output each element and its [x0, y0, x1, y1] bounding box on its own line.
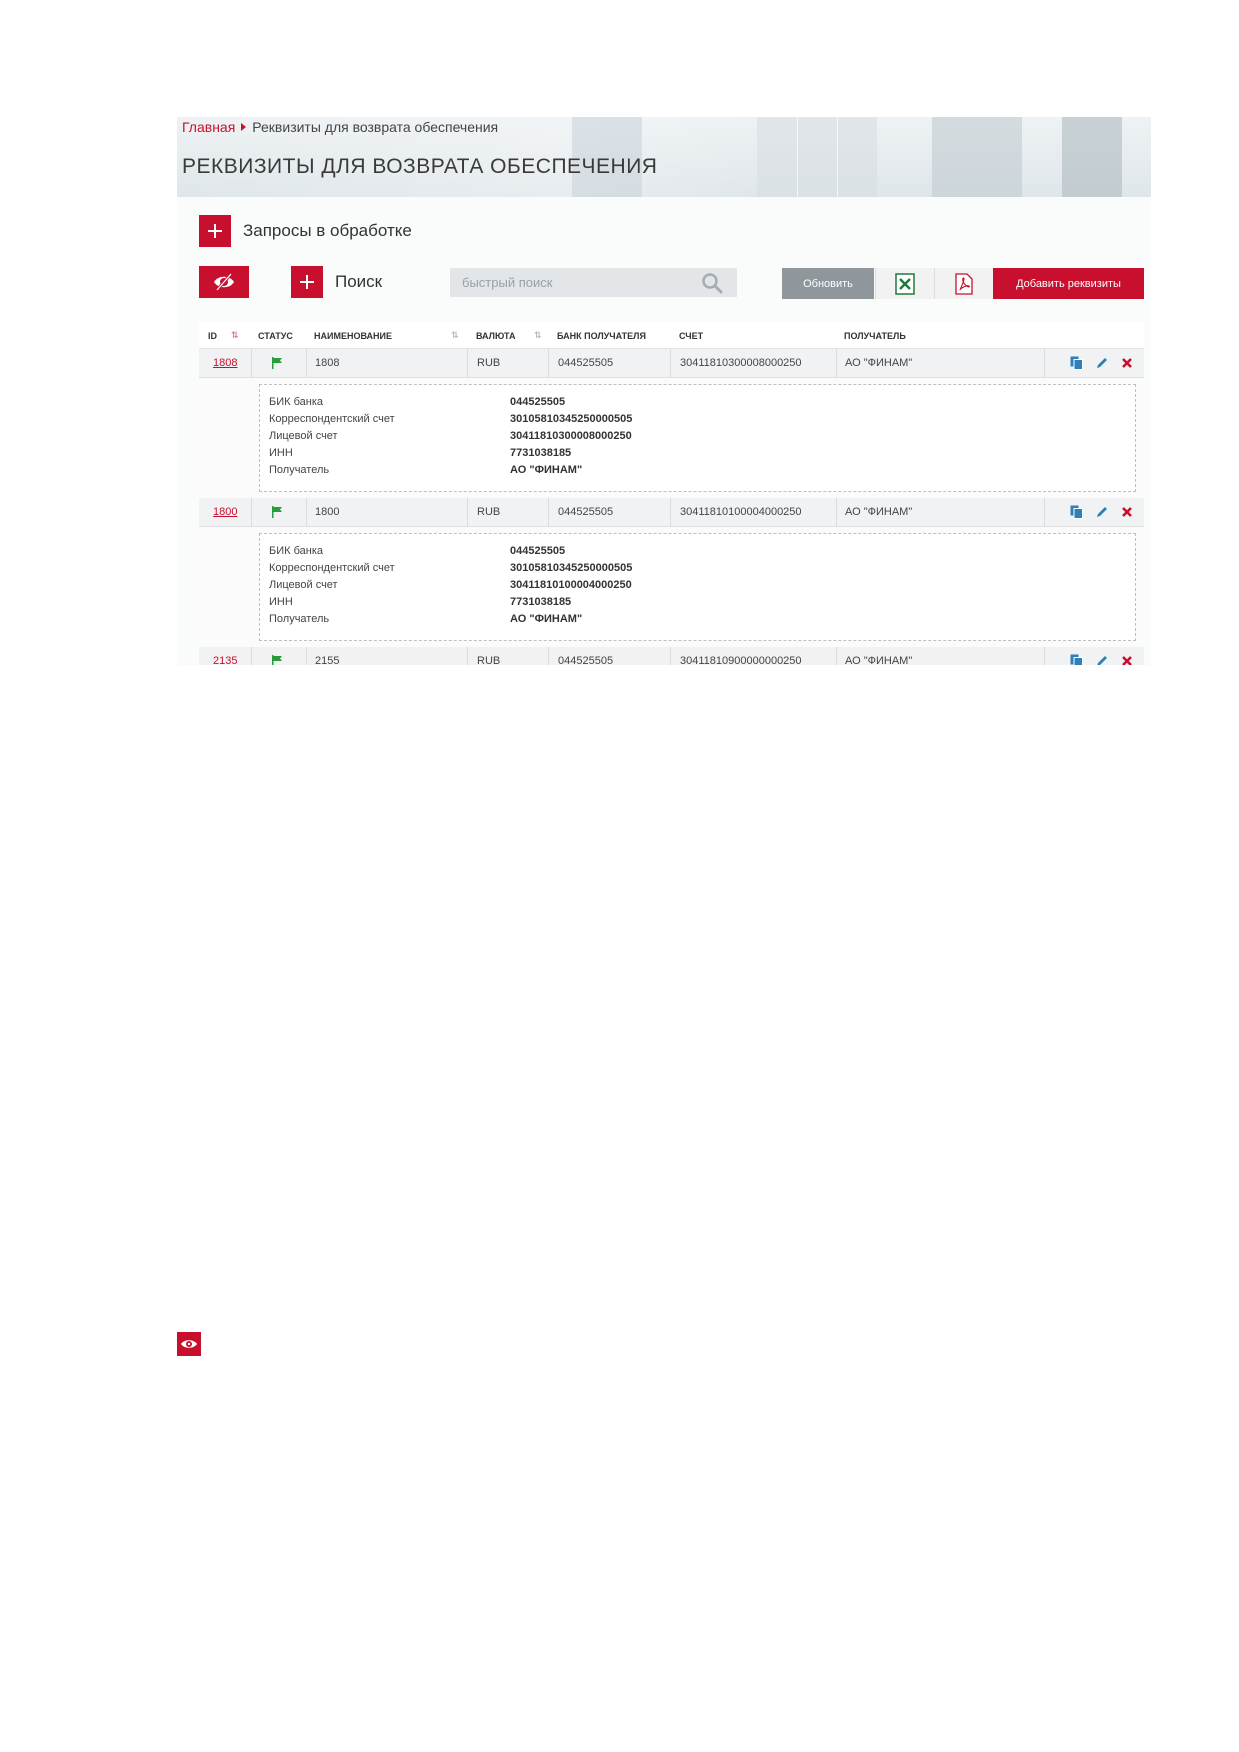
column-header-currency[interactable]: ВАЛЮТА: [476, 331, 515, 341]
toggle-visibility-button[interactable]: [199, 266, 249, 298]
detail-label: Получатель: [269, 613, 330, 625]
row-account: 30411810300008000250: [680, 357, 802, 369]
expand-search-button[interactable]: [291, 266, 323, 298]
delete-icon[interactable]: [1119, 653, 1134, 665]
row-id-link[interactable]: 1808: [213, 349, 237, 377]
row-recipient: АО "ФИНАМ": [845, 506, 913, 518]
row-account: 30411810900000000250: [680, 655, 802, 665]
detail-label: ИНН: [269, 596, 293, 608]
breadcrumb-home-link[interactable]: Главная: [182, 119, 235, 135]
row-name: 2155: [315, 655, 340, 665]
detail-value: 044525505: [510, 396, 566, 408]
edit-icon[interactable]: [1094, 355, 1109, 370]
background-decor: [797, 117, 798, 197]
delete-icon[interactable]: [1119, 504, 1134, 519]
sort-icon[interactable]: ⇅: [451, 330, 459, 341]
add-requisites-button[interactable]: Добавить реквизиты: [993, 268, 1144, 299]
row-account: 30411810100004000250: [680, 506, 802, 518]
delete-icon[interactable]: [1119, 355, 1134, 370]
quick-search-input[interactable]: [450, 268, 737, 297]
table-row[interactable]: 2135 2155 RUB 044525505 3041181090000000…: [199, 647, 1144, 665]
background-decor: [837, 117, 838, 197]
excel-icon: [895, 272, 915, 295]
background-decor: [1062, 117, 1122, 197]
edit-icon[interactable]: [1094, 504, 1109, 519]
row-name: 1808: [315, 357, 340, 369]
requests-section-label: Запросы в обработке: [243, 221, 412, 240]
search-icon[interactable]: [701, 272, 723, 294]
background-decor: [932, 117, 1022, 197]
column-header-recipient[interactable]: ПОЛУЧАТЕЛЬ: [844, 331, 906, 341]
table-row[interactable]: 1800 1800 RUB 044525505 3041181010000400…: [199, 498, 1144, 527]
detail-value: 30105810345250000505: [510, 413, 633, 425]
details-box: БИК банка 044525505 Корреспондентский сч…: [259, 384, 1136, 492]
requisites-table: ID ⇅ СТАТУС НАИМЕНОВАНИЕ ⇅ ВАЛЮТА ⇅ БАНК…: [199, 322, 1144, 665]
column-header-name[interactable]: НАИМЕНОВАНИЕ: [314, 331, 392, 341]
row-bank: 044525505: [558, 357, 614, 369]
edit-icon[interactable]: [1094, 653, 1109, 665]
breadcrumb-separator-icon: [241, 123, 247, 131]
column-header-status[interactable]: СТАТУС: [258, 331, 293, 341]
export-excel-button[interactable]: [875, 268, 934, 299]
row-bank: 044525505: [558, 506, 614, 518]
detail-label: Корреспондентский счет: [269, 562, 395, 574]
detail-value: 7731038185: [510, 596, 572, 608]
search-section-label: Поиск: [335, 272, 383, 291]
row-id-link[interactable]: 1800: [213, 498, 237, 526]
table-header: ID ⇅ СТАТУС НАИМЕНОВАНИЕ ⇅ ВАЛЮТА ⇅ БАНК…: [199, 322, 1144, 349]
detail-value: 7731038185: [510, 447, 572, 459]
refresh-button[interactable]: Обновить: [782, 268, 874, 299]
copy-icon[interactable]: [1069, 355, 1084, 370]
row-bank: 044525505: [558, 655, 614, 665]
background-decor: [757, 117, 877, 197]
detail-value: АО "ФИНАМ": [510, 613, 583, 625]
eye-icon-badge: [177, 1332, 201, 1356]
export-pdf-button[interactable]: [934, 268, 993, 299]
eye-icon: [181, 1340, 197, 1348]
sort-icon[interactable]: ⇅: [534, 330, 542, 341]
app-screenshot: Главная Реквизиты для возврата обеспечен…: [177, 117, 1151, 665]
row-currency: RUB: [477, 655, 501, 665]
detail-value: АО "ФИНАМ": [510, 464, 583, 476]
detail-label: БИК банка: [269, 545, 324, 557]
row-recipient: АО "ФИНАМ": [845, 357, 913, 369]
eye-slash-icon: [214, 273, 234, 291]
detail-label: Лицевой счет: [269, 579, 338, 591]
sort-desc-icon[interactable]: ⇅: [231, 330, 239, 341]
row-actions: [1069, 504, 1134, 519]
row-currency: RUB: [477, 506, 501, 518]
row-id-link[interactable]: 2135: [213, 647, 237, 665]
row-actions: [1069, 355, 1134, 370]
column-header-account[interactable]: СЧЕТ: [679, 331, 703, 341]
breadcrumb: Главная Реквизиты для возврата обеспечен…: [182, 119, 498, 135]
row-details: БИК банка 044525505 Корреспондентский сч…: [199, 527, 1144, 647]
detail-value: 044525505: [510, 545, 566, 557]
detail-value: 30411810300008000250: [510, 430, 632, 442]
row-details: БИК банка 044525505 Корреспондентский сч…: [199, 378, 1144, 498]
detail-value: 30411810100004000250: [510, 579, 632, 591]
expand-requests-button[interactable]: [199, 215, 231, 247]
flag-icon: [272, 357, 282, 369]
detail-value: 30105810345250000505: [510, 562, 633, 574]
row-currency: RUB: [477, 357, 501, 369]
pdf-icon: [955, 272, 973, 295]
row-name: 1800: [315, 506, 340, 518]
row-recipient: АО "ФИНАМ": [845, 655, 913, 665]
detail-label: Лицевой счет: [269, 430, 338, 442]
details-box: БИК банка 044525505 Корреспондентский сч…: [259, 533, 1136, 641]
detail-label: Получатель: [269, 464, 330, 476]
row-actions: [1069, 653, 1134, 665]
column-header-bank[interactable]: БАНК ПОЛУЧАТЕЛЯ: [557, 331, 646, 341]
detail-label: ИНН: [269, 447, 293, 459]
detail-label: БИК банка: [269, 396, 324, 408]
detail-label: Корреспондентский счет: [269, 413, 395, 425]
page-title: РЕКВИЗИТЫ ДЛЯ ВОЗВРАТА ОБЕСПЕЧЕНИЯ: [182, 155, 658, 178]
column-header-id[interactable]: ID: [208, 331, 217, 341]
flag-icon: [272, 506, 282, 518]
flag-icon: [272, 655, 282, 665]
table-row[interactable]: 1808 1808 RUB 044525505 3041181030000800…: [199, 349, 1144, 378]
copy-icon[interactable]: [1069, 653, 1084, 665]
copy-icon[interactable]: [1069, 504, 1084, 519]
breadcrumb-current: Реквизиты для возврата обеспечения: [252, 119, 499, 135]
